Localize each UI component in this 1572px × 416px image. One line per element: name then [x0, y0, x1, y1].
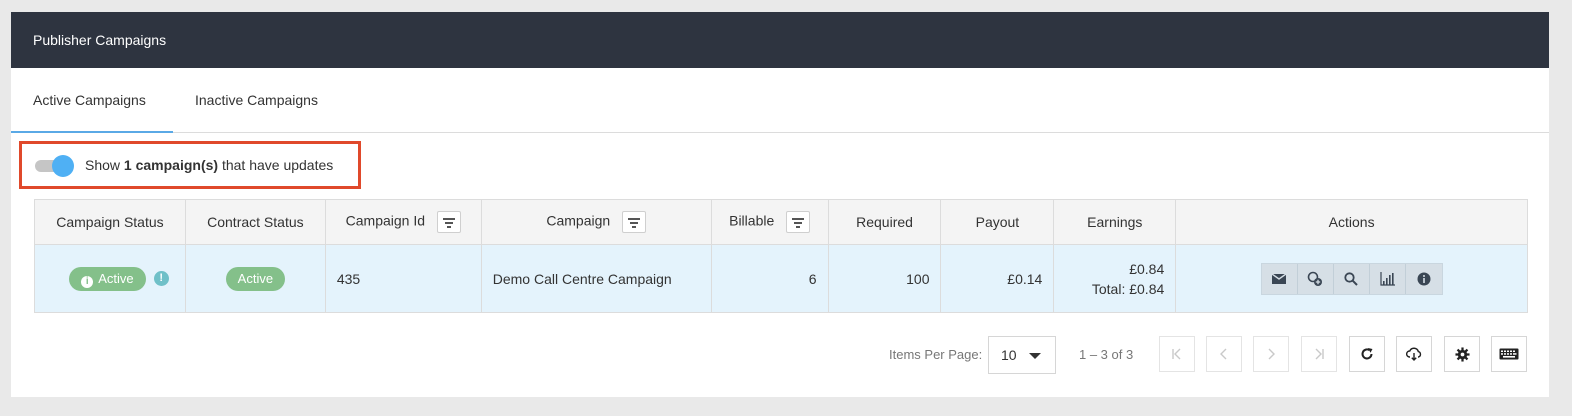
table-header-row: Campaign Status Contract Status Campaign…: [34, 199, 1528, 245]
earnings-total: Total: £0.84: [1091, 280, 1165, 297]
updates-toggle-switch[interactable]: [35, 155, 75, 177]
toggle-knob: [52, 155, 74, 177]
exclamation-icon[interactable]: !: [153, 271, 169, 287]
cell-contract-status: Active: [184, 244, 326, 313]
col-header-required[interactable]: Required: [827, 199, 942, 245]
items-per-page-select[interactable]: 10: [988, 336, 1056, 374]
col-header-campaign[interactable]: Campaign: [480, 199, 712, 245]
cell-campaign-id: 435: [324, 244, 482, 313]
refresh-icon[interactable]: [1349, 336, 1385, 372]
cell-campaign-status: i Active!: [34, 244, 186, 313]
cell-billable: 6: [710, 244, 829, 313]
info-icon: i: [81, 275, 94, 288]
campaigns-table: Campaign Status Contract Status Campaign…: [34, 199, 1528, 313]
items-per-page-value: 10: [1001, 347, 1017, 363]
col-header-billable[interactable]: Billable: [710, 199, 829, 245]
col-header-contract-status[interactable]: Contract Status: [184, 199, 326, 245]
campaign-status-badge: i Active: [69, 266, 146, 291]
next-page-button[interactable]: [1253, 336, 1289, 372]
row-actions: [1260, 262, 1443, 295]
pagination-bar: Items Per Page: 10 1 – 3 of 3: [11, 335, 1549, 375]
toggle-prefix: Show: [85, 157, 121, 173]
gear-icon[interactable]: [1444, 336, 1480, 372]
prev-page-button[interactable]: [1206, 336, 1242, 372]
updates-toggle-highlight: Show 1 campaign(s) that have updates: [19, 141, 361, 189]
envelope-icon[interactable]: [1261, 263, 1298, 294]
col-header-actions: Actions: [1175, 199, 1528, 245]
bar-chart-icon[interactable]: [1369, 263, 1406, 294]
page-title: Publisher Campaigns: [33, 32, 167, 48]
col-header-earnings[interactable]: Earnings: [1053, 199, 1177, 245]
contract-status-badge: Active: [225, 266, 286, 291]
campaign-id-filter-icon[interactable]: [436, 211, 461, 233]
page-range: 1 – 3 of 3: [1079, 347, 1134, 362]
cell-payout: £0.14: [940, 244, 1055, 313]
tab-bar: Active Campaigns Inactive Campaigns: [11, 68, 1549, 133]
updates-toggle-label: Show 1 campaign(s) that have updates: [85, 157, 333, 173]
col-header-payout[interactable]: Payout: [940, 199, 1055, 245]
items-per-page-label: Items Per Page:: [889, 347, 983, 362]
first-page-button[interactable]: [1159, 336, 1195, 372]
earnings-value: £0.84: [1129, 260, 1165, 277]
cloud-download-icon[interactable]: [1396, 336, 1432, 372]
last-page-button[interactable]: [1301, 336, 1337, 372]
caret-down-icon: [1029, 353, 1041, 359]
publisher-campaigns-panel: Publisher Campaigns Active Campaigns Ina…: [11, 12, 1549, 397]
connect-add-icon[interactable]: [1297, 263, 1334, 294]
cell-required: 100: [827, 244, 942, 313]
col-header-campaign-status[interactable]: Campaign Status: [34, 199, 186, 245]
toggle-suffix: that have updates: [221, 157, 334, 173]
tab-inactive-campaigns[interactable]: Inactive Campaigns: [195, 68, 318, 133]
cell-campaign: Demo Call Centre Campaign: [480, 244, 712, 313]
col-header-campaign-id[interactable]: Campaign Id: [324, 199, 482, 245]
panel-header: Publisher Campaigns: [11, 12, 1549, 68]
cell-earnings: £0.84 Total: £0.84: [1053, 244, 1177, 313]
cell-actions: [1175, 244, 1528, 313]
search-icon[interactable]: [1333, 263, 1370, 294]
toggle-count: 1 campaign(s): [123, 157, 219, 173]
info-icon[interactable]: [1405, 263, 1442, 294]
billable-filter-icon[interactable]: [786, 211, 811, 233]
table-row[interactable]: i Active! Active 435 Demo Call Centre Cam…: [34, 244, 1528, 313]
keyboard-icon[interactable]: [1491, 336, 1527, 372]
campaign-filter-icon[interactable]: [622, 211, 647, 233]
tab-active-campaigns[interactable]: Active Campaigns: [11, 68, 173, 133]
